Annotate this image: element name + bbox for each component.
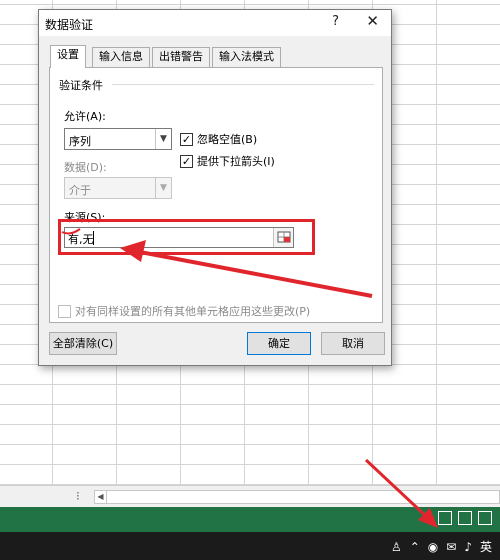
data-select: 介于 ▼ [64,177,172,199]
dropdown-arrow-checkbox[interactable]: ✓ [180,154,193,168]
group-divider [112,84,374,85]
data-validation-dialog: 数据验证 ? ✕ 设置 输入信息 出错警告 输入法模式 验证条件 允许(A): … [38,9,392,366]
apply-all-label: 对有同样设置的所有其他单元格应用这些更改(P) [75,305,311,318]
apply-all-checkbox [58,304,71,318]
tab-ime-mode[interactable]: 输入法模式 [212,47,281,67]
ignore-blank-checkbox[interactable]: ✓ [180,132,193,146]
data-value: 介于 [69,184,91,197]
chevron-down-icon: ▼ [155,178,171,198]
tab-input-message[interactable]: 输入信息 [92,47,150,67]
ime-indicator[interactable]: 英 [480,538,492,555]
text-caret [93,231,94,245]
volume-icon[interactable]: ♪ [464,540,472,554]
scroll-left-icon[interactable]: ◀ [95,491,107,503]
help-icon[interactable]: ? [332,14,339,29]
allow-select[interactable]: 序列 ▼ [64,128,172,150]
sheet-tab-bar: ⁝ ◀ [0,485,500,507]
horizontal-scrollbar[interactable]: ◀ [94,490,500,504]
clear-all-button[interactable]: 全部清除(C) [49,332,117,355]
more-sheets-icon[interactable]: ⁝ [76,489,80,503]
normal-view-icon[interactable] [438,511,452,525]
allow-value: 序列 [69,135,91,148]
taskbar: ♙ ⌃ ◉ ✉ ♪ 英 [0,532,500,560]
data-label: 数据(D): [64,161,107,174]
ignore-blank-label[interactable]: 忽略空值(B) [197,131,257,147]
tab-error-alert[interactable]: 出错警告 [152,47,210,67]
network-icon[interactable]: ◉ [428,540,438,554]
page-break-icon[interactable] [478,511,492,525]
validation-criteria-label: 验证条件 [59,79,103,92]
settings-panel: 验证条件 允许(A): 序列 ▼ ✓ 忽略空值(B) ✓ 提供下拉箭头(I) 数… [49,67,383,323]
dialog-title: 数据验证 [45,18,94,32]
cancel-button[interactable]: 取消 [321,332,385,355]
chevron-down-icon[interactable]: ▼ [155,129,171,149]
dropdown-arrow-row: ✓ 提供下拉箭头(I) [180,153,275,169]
apply-all-row: 对有同样设置的所有其他单元格应用这些更改(P) [58,303,310,319]
close-icon[interactable]: ✕ [366,12,379,30]
dropdown-arrow-label[interactable]: 提供下拉箭头(I) [197,153,275,169]
status-bar [0,507,500,532]
people-icon[interactable]: ♙ [391,540,402,554]
ignore-blank-row: ✓ 忽略空值(B) [180,131,257,147]
source-value: 有,无 [68,233,94,246]
dialog-titlebar[interactable]: 数据验证 ? ✕ [39,10,391,36]
wechat-icon[interactable]: ✉ [446,540,456,554]
allow-label: 允许(A): [64,110,106,123]
tab-settings[interactable]: 设置 [50,45,86,68]
page-layout-icon[interactable] [458,511,472,525]
chevron-up-icon[interactable]: ⌃ [410,540,420,554]
ok-button[interactable]: 确定 [247,332,311,355]
range-select-icon[interactable] [273,228,293,247]
source-input[interactable]: 有,无 [64,227,294,248]
